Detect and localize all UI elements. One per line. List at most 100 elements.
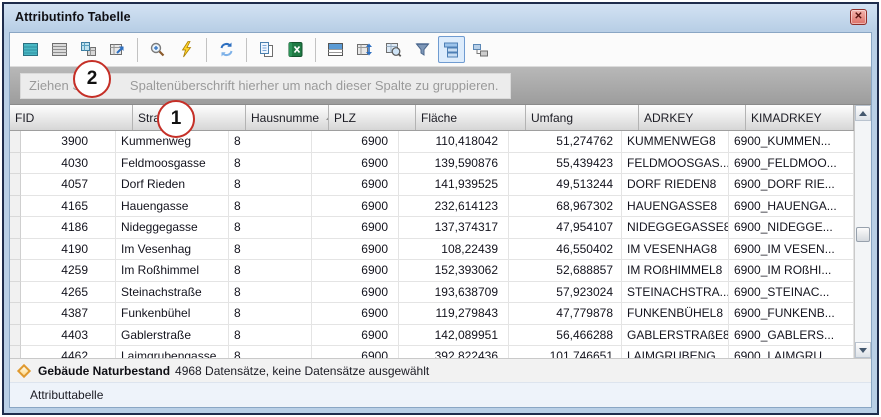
cell-adrkey[interactable]: DORF RIEDEN8 [622,174,729,196]
cell-adrkey[interactable]: FELDMOOSGAS... [622,153,729,175]
cell-flaeche[interactable]: 137,374317 [399,217,509,239]
column-header-plz[interactable]: PLZ [329,105,416,130]
cell-strasse[interactable]: Im Roßhimmel [116,260,229,282]
cell-hausnummer[interactable]: 8 [229,153,312,175]
column-header-fid[interactable]: FID [10,105,133,130]
cell-strasse[interactable]: Im Vesenhag [116,239,229,261]
switch-selection-button[interactable] [75,36,102,63]
cell-hausnummer[interactable]: 8 [229,217,312,239]
cell-hausnummer[interactable]: 8 [229,325,312,347]
table-row[interactable]: 4462 Laimgrubengasse 8 6900 392,822436 1… [10,346,854,358]
column-header-umfang[interactable]: Umfang [526,105,639,130]
cell-kimadrkey[interactable]: 6900_GABLERS... [729,325,854,347]
cell-flaeche[interactable]: 141,939525 [399,174,509,196]
cell-plz[interactable]: 6900 [312,346,399,358]
cell-strasse[interactable]: Feldmoosgasse [116,153,229,175]
cell-fid[interactable]: 4265 [21,282,116,304]
cell-flaeche[interactable]: 108,22439 [399,239,509,261]
cell-plz[interactable]: 6900 [312,325,399,347]
cell-hausnummer[interactable]: 8 [229,131,312,153]
cell-plz[interactable]: 6900 [312,131,399,153]
cell-strasse[interactable]: Laimgrubengasse [116,346,229,358]
cell-hausnummer[interactable]: 8 [229,174,312,196]
table-row[interactable]: 4057 Dorf Rieden 8 6900 141,939525 49,51… [10,174,854,196]
cell-adrkey[interactable]: STEINACHSTRA... [622,282,729,304]
cell-flaeche[interactable]: 119,279843 [399,303,509,325]
cell-flaeche[interactable]: 193,638709 [399,282,509,304]
cell-kimadrkey[interactable]: 6900_LAIMGRU... [729,346,854,358]
vertical-scrollbar[interactable] [854,105,871,358]
cell-plz[interactable]: 6900 [312,282,399,304]
cell-plz[interactable]: 6900 [312,174,399,196]
row-indicator[interactable] [10,217,21,239]
table-row[interactable]: 3900 Kummenweg 8 6900 110,418042 51,2747… [10,131,854,153]
cell-hausnummer[interactable]: 8 [229,260,312,282]
outline-button[interactable] [467,36,494,63]
scrollbar-thumb[interactable] [856,227,870,242]
table-row[interactable]: 4387 Funkenbühel 8 6900 119,279843 47,77… [10,303,854,325]
cell-flaeche[interactable]: 139,590876 [399,153,509,175]
row-indicator[interactable] [10,282,21,304]
row-indicator[interactable] [10,260,21,282]
cell-hausnummer[interactable]: 8 [229,303,312,325]
table-row[interactable]: 4403 Gablerstraße 8 6900 142,089951 56,4… [10,325,854,347]
group-by-button[interactable] [438,36,465,63]
cell-plz[interactable]: 6900 [312,260,399,282]
row-indicator[interactable] [10,346,21,358]
cell-strasse[interactable]: Steinachstraße [116,282,229,304]
cell-flaeche[interactable]: 152,393062 [399,260,509,282]
cell-umfang[interactable]: 68,967302 [509,196,622,218]
cell-hausnummer[interactable]: 8 [229,346,312,358]
cell-kimadrkey[interactable]: 6900_IM ROßHI... [729,260,854,282]
row-indicator[interactable] [10,153,21,175]
cell-adrkey[interactable]: NIDEGGEGASSE8 [622,217,729,239]
split-table-button[interactable] [322,36,349,63]
scroll-up-button[interactable] [855,105,871,121]
row-indicator[interactable] [10,239,21,261]
clear-selection-button[interactable] [46,36,73,63]
find-in-table-button[interactable] [380,36,407,63]
table-row[interactable]: 4259 Im Roßhimmel 8 6900 152,393062 52,6… [10,260,854,282]
cell-hausnummer[interactable]: 8 [229,196,312,218]
cell-umfang[interactable]: 101,746651 [509,346,622,358]
cell-flaeche[interactable]: 232,614123 [399,196,509,218]
row-indicator[interactable] [10,174,21,196]
row-indicator[interactable] [10,325,21,347]
cell-adrkey[interactable]: FUNKENBÜHEL8 [622,303,729,325]
reload-table-button[interactable] [351,36,378,63]
cell-adrkey[interactable]: LAIMGRUBENG... [622,346,729,358]
cell-kimadrkey[interactable]: 6900_KUMMEN... [729,131,854,153]
row-indicator[interactable] [10,131,21,153]
cell-umfang[interactable]: 55,439423 [509,153,622,175]
cell-fid[interactable]: 4403 [21,325,116,347]
table-row[interactable]: 4190 Im Vesenhag 8 6900 108,22439 46,550… [10,239,854,261]
cell-plz[interactable]: 6900 [312,153,399,175]
cell-kimadrkey[interactable]: 6900_DORF RIE... [729,174,854,196]
cell-kimadrkey[interactable]: 6900_IM VESEN... [729,239,854,261]
cell-fid[interactable]: 4165 [21,196,116,218]
column-header-flaeche[interactable]: Fläche [416,105,526,130]
close-button[interactable]: ✕ [850,9,867,25]
cell-umfang[interactable]: 47,779878 [509,303,622,325]
group-by-panel[interactable]: Ziehen Si Spaltenüberschrift hierher um … [10,67,871,105]
titlebar[interactable]: Attributinfo Tabelle ✕ [4,4,877,30]
tab-attributtabelle[interactable]: Attributtabelle [30,388,103,402]
cell-strasse[interactable]: Funkenbühel [116,303,229,325]
cell-umfang[interactable]: 47,954107 [509,217,622,239]
select-all-table-button[interactable] [17,36,44,63]
cell-plz[interactable]: 6900 [312,239,399,261]
scroll-down-button[interactable] [855,342,871,358]
cell-kimadrkey[interactable]: 6900_HAUENGA... [729,196,854,218]
cell-kimadrkey[interactable]: 6900_FUNKENB... [729,303,854,325]
cell-adrkey[interactable]: IM ROßHIMMEL8 [622,260,729,282]
row-indicator[interactable] [10,303,21,325]
export-excel-button[interactable] [282,36,309,63]
cell-strasse[interactable]: Dorf Rieden [116,174,229,196]
table-row[interactable]: 4186 Nideggegasse 8 6900 137,374317 47,9… [10,217,854,239]
cell-kimadrkey[interactable]: 6900_FELDMOO... [729,153,854,175]
cell-fid[interactable]: 4057 [21,174,116,196]
cell-flaeche[interactable]: 110,418042 [399,131,509,153]
cell-strasse[interactable]: Hauengasse [116,196,229,218]
row-indicator[interactable] [10,196,21,218]
cell-strasse[interactable]: Gablerstraße [116,325,229,347]
